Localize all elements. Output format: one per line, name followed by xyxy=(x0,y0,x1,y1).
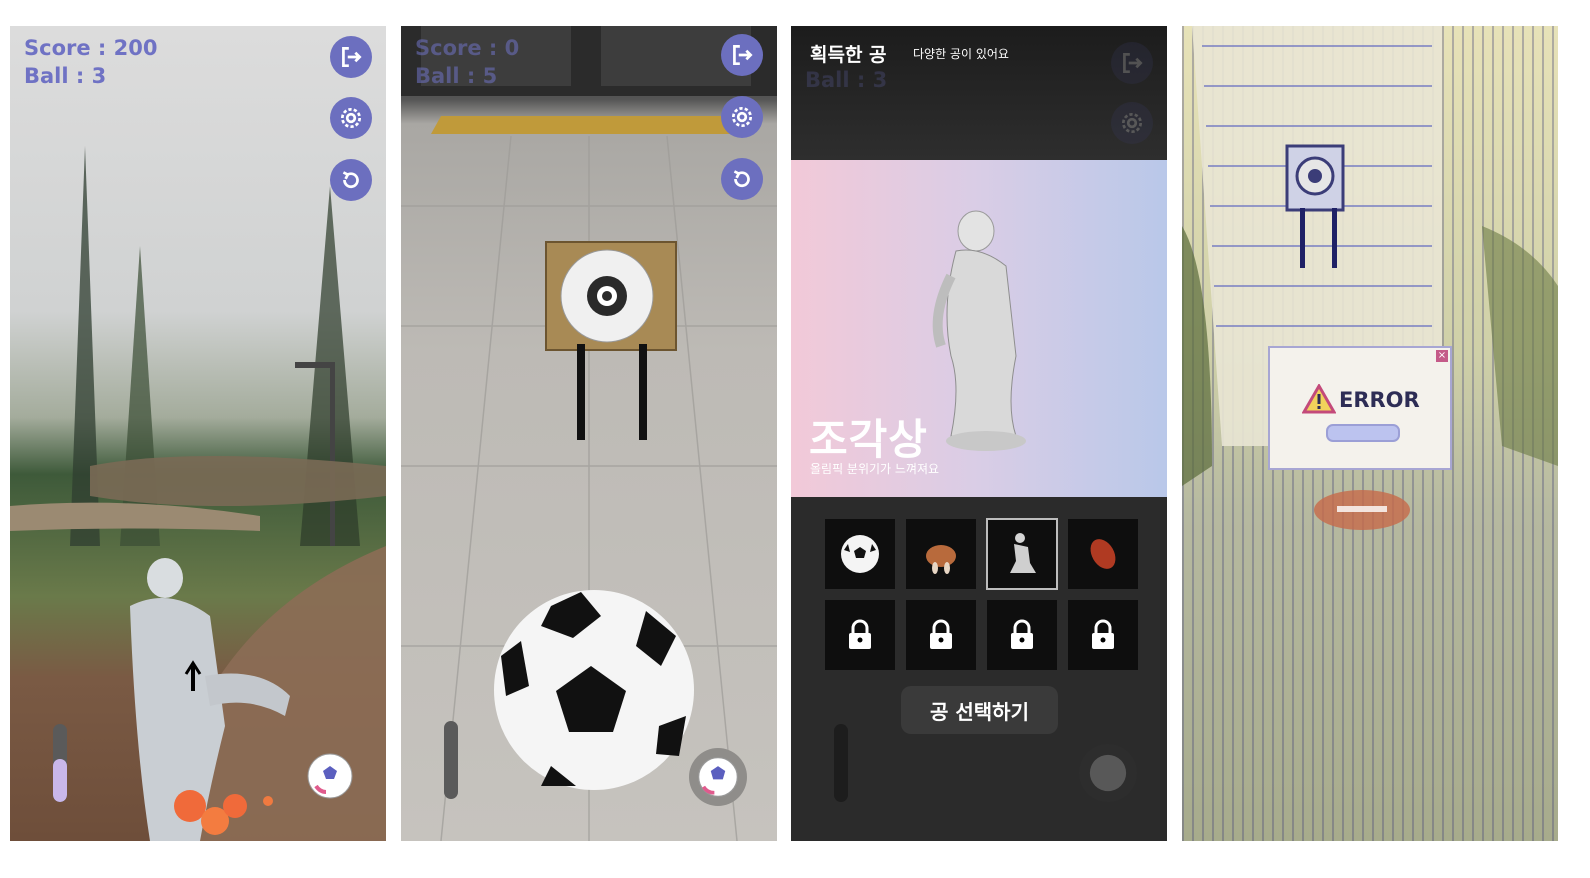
ball-slot-chicken[interactable] xyxy=(906,519,976,589)
error-text: ERROR xyxy=(1339,388,1420,412)
power-gauge-fill xyxy=(53,759,67,802)
exit-icon xyxy=(342,46,362,68)
exit-icon xyxy=(733,44,753,66)
lock-icon xyxy=(930,619,952,649)
reset-icon xyxy=(733,170,750,188)
statue-icon xyxy=(1010,533,1036,573)
ball-slot-soccer[interactable] xyxy=(825,519,895,589)
screen-4-escalator-error: × ERROR xyxy=(1182,26,1558,841)
lock-icon xyxy=(849,619,871,649)
ball-slot-locked[interactable] xyxy=(825,600,895,670)
warning-icon xyxy=(1302,384,1336,414)
lock-icon xyxy=(1092,619,1114,649)
exit-button[interactable] xyxy=(330,36,372,78)
error-confirm-button[interactable] xyxy=(1326,424,1400,442)
ball-count-text: Ball : 3 xyxy=(24,64,107,88)
park-scene xyxy=(10,146,386,841)
score-text: Score : 200 xyxy=(24,36,158,60)
reset-button[interactable] xyxy=(330,159,372,201)
featured-ball-name: 조각상 xyxy=(809,415,928,464)
select-ball-button[interactable]: 공 선택하기 xyxy=(901,686,1058,734)
ball-count-text: Ball : 5 xyxy=(415,64,498,88)
hud: Score : 200 Ball : 3 xyxy=(24,34,157,90)
hud: Score : 0 Ball : 5 xyxy=(415,34,519,90)
featured-ball-description: 올림픽 분위기가 느껴져요 xyxy=(810,462,940,476)
ball-slot-rugby[interactable] xyxy=(1068,519,1138,589)
rugby-ball-icon xyxy=(1090,539,1116,569)
soccer-ball-icon xyxy=(698,757,738,797)
roast-chicken-icon xyxy=(926,545,956,574)
settings-button[interactable] xyxy=(330,97,372,139)
close-icon[interactable]: × xyxy=(1436,350,1448,362)
screen-2-station: Score : 0 Ball : 5 xyxy=(401,26,777,841)
lock-icon xyxy=(1011,619,1033,649)
ball-select-button[interactable] xyxy=(306,752,354,800)
ball-select-button[interactable] xyxy=(689,748,747,806)
station-scene xyxy=(401,26,777,841)
screen-1-park: Score : 200 Ball : 3 xyxy=(10,26,386,841)
power-gauge xyxy=(53,724,67,802)
screen-3-ball-collection: 획득한 공 다양한 공이 있어요 Ball : 3 조각상 올림픽 분위기가 느… xyxy=(791,26,1167,841)
reset-icon xyxy=(342,171,359,189)
gear-icon xyxy=(340,107,362,129)
gear-icon xyxy=(731,106,753,128)
score-text: Score : 0 xyxy=(415,36,520,60)
ball-slot-locked[interactable] xyxy=(1068,600,1138,670)
reset-button[interactable] xyxy=(721,158,763,200)
exit-button[interactable] xyxy=(721,34,763,76)
collection-subtitle: 다양한 공이 있어요 xyxy=(913,47,1009,61)
collection-title: 획득한 공 xyxy=(810,44,887,66)
soccer-ball-icon xyxy=(307,753,353,799)
ball-slot-statue[interactable] xyxy=(986,518,1058,590)
power-gauge xyxy=(444,721,458,799)
ball-slot-locked[interactable] xyxy=(987,600,1057,670)
soccer-ball-icon xyxy=(841,535,879,573)
settings-button[interactable] xyxy=(721,96,763,138)
ball-slot-locked[interactable] xyxy=(906,600,976,670)
